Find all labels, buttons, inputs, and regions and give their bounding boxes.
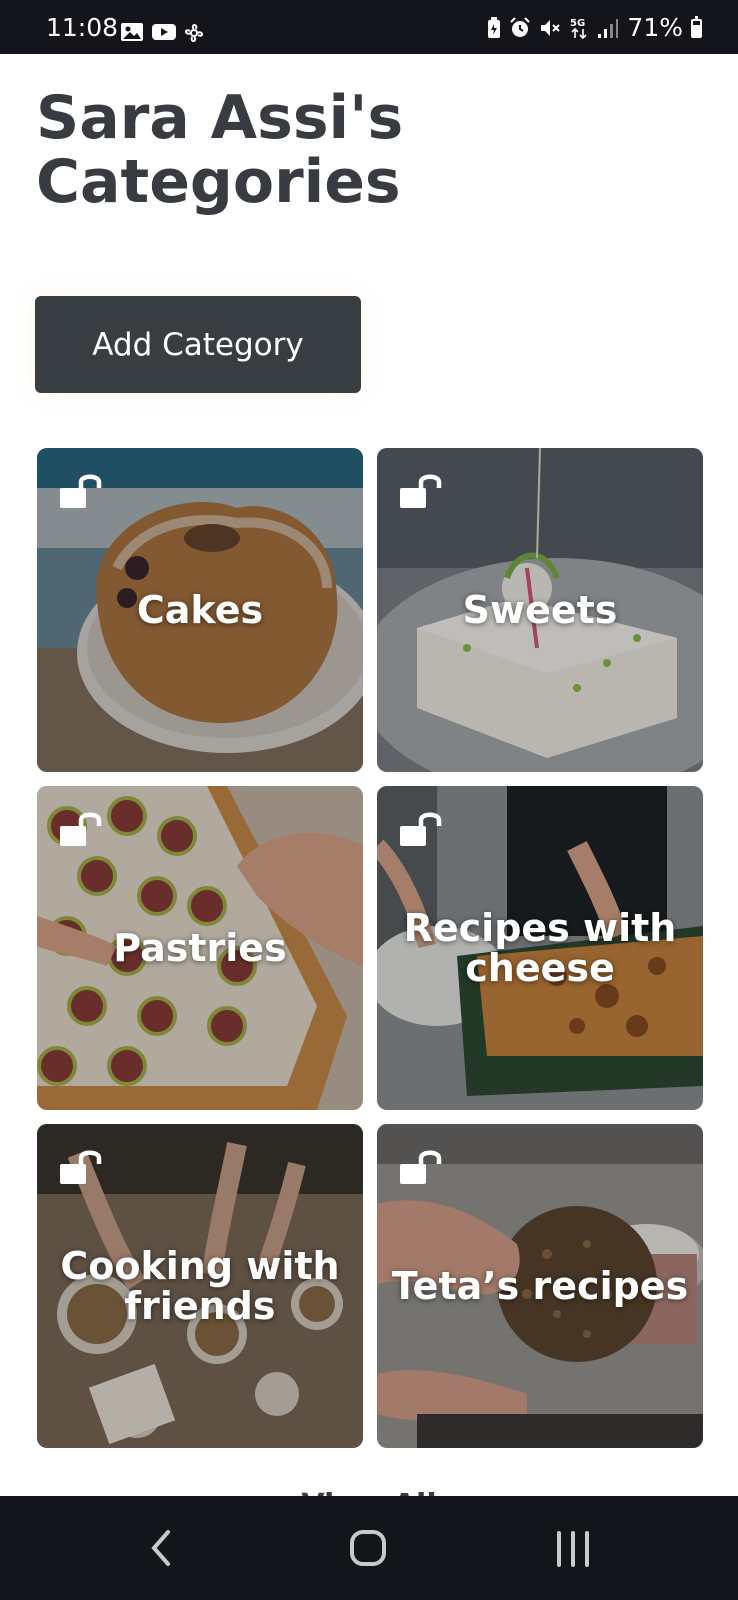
category-tile-tetas-recipes[interactable]: Teta’s recipes: [377, 1124, 703, 1448]
status-bar: 11:08 5G 71%: [0, 0, 738, 54]
battery-icon: [691, 15, 702, 38]
alarm-icon: [510, 17, 531, 37]
add-category-button[interactable]: Add Category: [35, 296, 361, 393]
category-label: Cakes: [136, 588, 264, 632]
recents-icon[interactable]: [553, 1530, 593, 1568]
pinwheel-icon: [182, 22, 206, 42]
home-icon[interactable]: [348, 1528, 388, 1568]
gallery-icon: [120, 22, 144, 42]
unlock-icon: [60, 1150, 102, 1184]
youtube-icon: [151, 22, 176, 42]
5g-icon: 5G: [570, 18, 587, 40]
category-label: Sweets: [462, 588, 618, 632]
category-tile-recipes-with-cheese[interactable]: Recipes with cheese: [377, 786, 703, 1110]
signal-icon: [598, 19, 619, 38]
category-tile-cakes[interactable]: Cakes: [37, 448, 363, 772]
category-label: Recipes with cheese: [403, 906, 677, 990]
battery-saver-icon: [488, 17, 501, 38]
system-nav-bar: [0, 1496, 738, 1600]
unlock-icon: [60, 812, 102, 846]
category-tile-pastries[interactable]: Pastries: [37, 786, 363, 1110]
unlock-icon: [400, 474, 442, 508]
unlock-icon: [400, 1150, 442, 1184]
page-title: Sara Assi's Categories: [36, 83, 404, 217]
category-tile-sweets[interactable]: Sweets: [377, 448, 703, 772]
status-time: 11:08: [46, 13, 119, 42]
status-system-icons: 5G 71%: [487, 14, 702, 42]
category-tile-cooking-with-friends[interactable]: Cooking with friends: [37, 1124, 363, 1448]
back-icon[interactable]: [146, 1526, 176, 1570]
category-grid: Cakes Sweets Pastries Recipes with chees…: [37, 448, 703, 1448]
unlock-icon: [400, 812, 442, 846]
battery-percent: 71%: [627, 13, 683, 42]
status-notification-icons: [120, 22, 206, 42]
category-label: Pastries: [113, 926, 287, 970]
svg-text:5G: 5G: [570, 18, 585, 29]
category-label: Cooking with friends: [60, 1244, 340, 1328]
unlock-icon: [60, 474, 102, 508]
mute-icon: [541, 20, 561, 36]
category-label: Teta’s recipes: [391, 1264, 689, 1308]
